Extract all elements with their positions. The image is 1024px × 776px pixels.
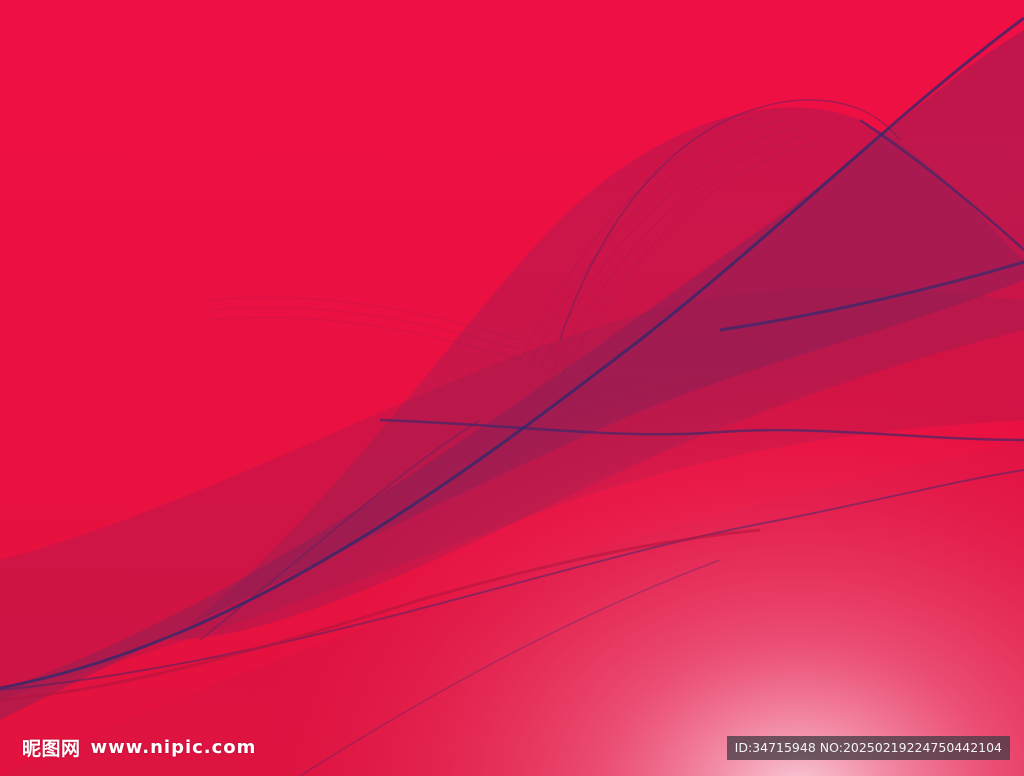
abstract-wave-background: 昵图网 www.nipic.com ID:34715948 NO:2025021… — [0, 0, 1024, 776]
brand-url-text: www.nipic.com — [90, 737, 257, 758]
image-id-badge: ID:34715948 NO:20250219224750442104 — [726, 736, 1010, 760]
wave-artwork — [0, 0, 1024, 776]
brand-cn-text: 昵图网 — [22, 738, 81, 760]
nipic-logo-watermark: 昵图网 www.nipic.com — [22, 734, 256, 761]
